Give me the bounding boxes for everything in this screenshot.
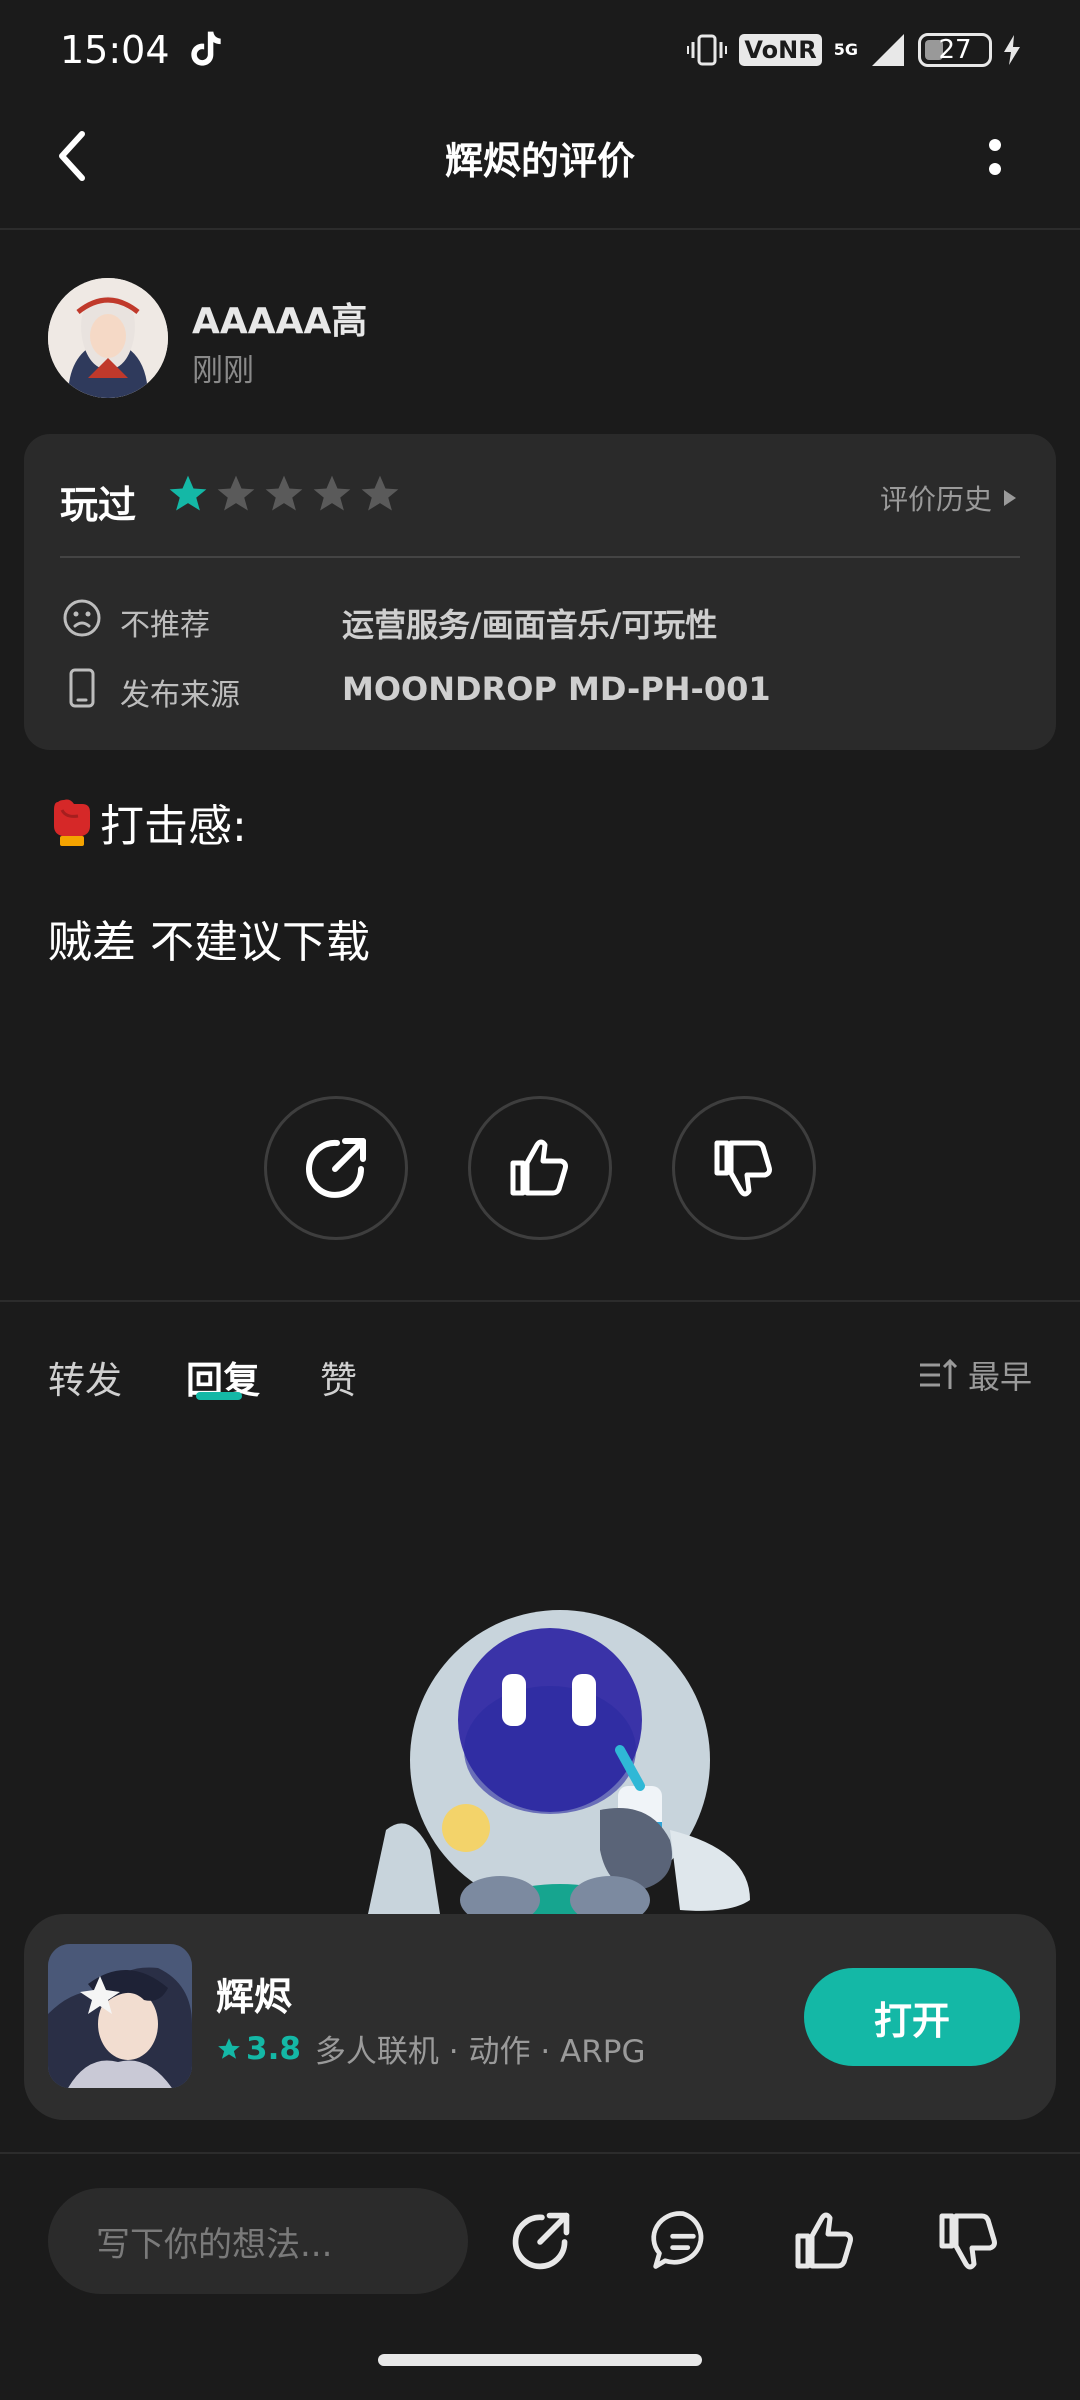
star-filled-icon xyxy=(169,475,207,511)
vibrate-icon xyxy=(687,34,728,66)
section-divider xyxy=(0,1300,1080,1302)
open-app-button[interactable]: 打开 xyxy=(804,1968,1020,2066)
app-score: 3.8 xyxy=(216,2031,301,2067)
app-score-value: 3.8 xyxy=(246,2030,301,2067)
source-label: 发布来源 xyxy=(120,678,240,713)
tab-active-indicator xyxy=(196,1392,242,1400)
played-label: 玩过 xyxy=(60,483,137,527)
review-body: 贼差 不建议下载 xyxy=(48,917,370,968)
app-meta: 3.8 多人联机 · 动作 · ARPG xyxy=(216,2026,646,2071)
status-icons: VoNR 5G 27 xyxy=(687,28,1020,72)
bottom-bar-divider xyxy=(0,2152,1080,2154)
avatar-image xyxy=(48,278,168,398)
signal-icon xyxy=(872,34,904,66)
share-icon xyxy=(306,1138,366,1198)
charging-icon xyxy=(1004,35,1020,65)
card-divider xyxy=(60,556,1020,558)
page-title: 辉烬的评价 xyxy=(444,139,635,183)
sort-label: 最早 xyxy=(967,1358,1032,1396)
tiktok-icon xyxy=(191,31,221,66)
star-empty-icon xyxy=(265,475,303,511)
triangle-right-icon xyxy=(1004,490,1016,506)
status-time: 15:04 xyxy=(60,28,170,72)
sort-button[interactable]: 最早 xyxy=(918,1352,1032,1398)
sad-face-icon xyxy=(63,599,101,637)
battery-level: 27 xyxy=(938,35,972,65)
home-indicator[interactable] xyxy=(378,2354,702,2366)
app-icon-image xyxy=(48,1944,192,2088)
thumbs-down-icon xyxy=(714,1140,772,1197)
post-time: 刚刚 xyxy=(192,353,254,389)
star-rating xyxy=(166,472,402,516)
sort-icon xyxy=(919,1358,958,1389)
rating-history-label: 评价历史 xyxy=(879,483,992,516)
comment-input-placeholder: 写下你的想法... xyxy=(96,2224,333,2265)
app-tags: 多人联机 · 动作 · ARPG xyxy=(314,2034,646,2070)
avatar[interactable] xyxy=(48,278,168,398)
thumbs-up-icon xyxy=(510,1139,568,1196)
star-icon xyxy=(218,2037,240,2059)
like-button[interactable] xyxy=(468,1096,612,1240)
boxing-glove-icon xyxy=(54,799,90,846)
battery-icon: 27 xyxy=(918,33,992,67)
header-divider xyxy=(0,228,1080,230)
vonr-badge: VoNR xyxy=(739,34,822,66)
rating-history-link[interactable]: 评价历史 xyxy=(880,478,1018,518)
tab-forward[interactable]: 转发 xyxy=(48,1350,122,1404)
app-icon[interactable] xyxy=(48,1944,192,2088)
phone-icon xyxy=(69,668,95,708)
thumbs-down-icon[interactable] xyxy=(936,2208,1002,2274)
star-empty-icon xyxy=(361,475,399,511)
app-name: 辉烬 xyxy=(216,1975,293,2019)
dislike-button[interactable] xyxy=(672,1096,816,1240)
review-subheading: 打击感: xyxy=(48,790,247,854)
share-button[interactable] xyxy=(264,1096,408,1240)
network-type: 5G xyxy=(833,40,858,59)
thumbs-up-icon[interactable] xyxy=(792,2208,858,2274)
robot-mascot-illustration xyxy=(368,1610,750,1914)
not-recommend-label: 不推荐 xyxy=(120,608,210,643)
comment-input[interactable]: 写下你的想法... xyxy=(48,2188,468,2294)
star-empty-icon xyxy=(313,475,351,511)
tab-likes[interactable]: 赞 xyxy=(320,1350,357,1404)
not-recommend-value: 运营服务/画面音乐/可玩性 xyxy=(342,606,718,644)
source-value: MOONDROP MD-PH-001 xyxy=(342,670,771,708)
share-icon[interactable] xyxy=(508,2208,574,2274)
review-subheading-text: 打击感: xyxy=(100,801,247,852)
more-icon[interactable] xyxy=(986,136,1004,178)
comment-icon[interactable] xyxy=(650,2208,716,2274)
star-empty-icon xyxy=(217,475,255,511)
username[interactable]: AAAAA高 xyxy=(192,292,367,344)
